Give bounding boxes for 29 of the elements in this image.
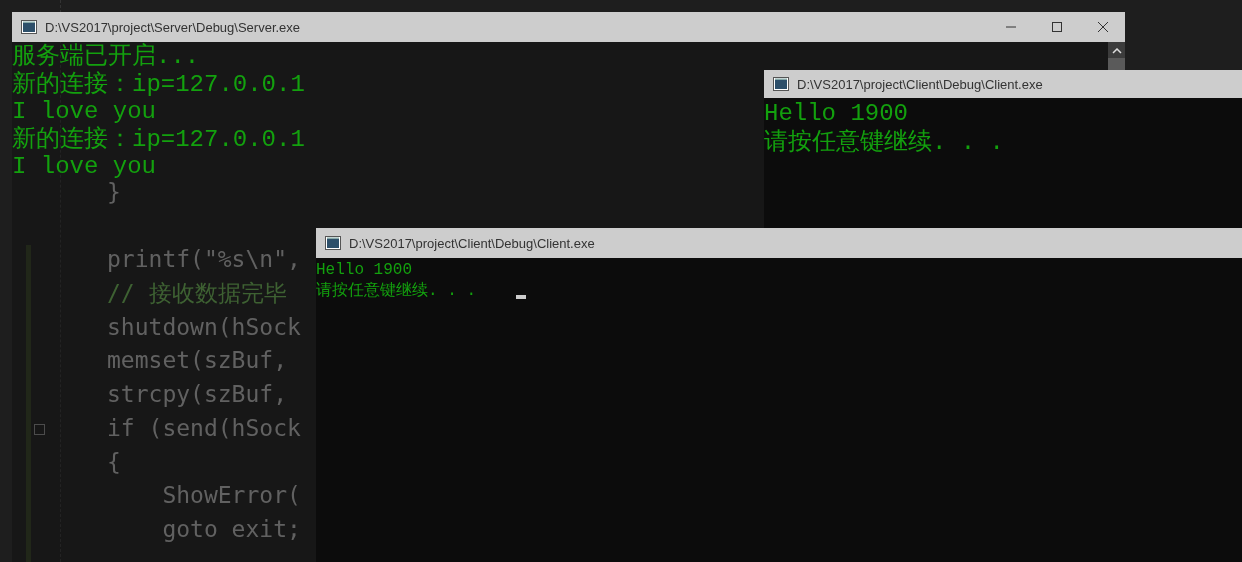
- code-line: if (send(hSock: [107, 413, 301, 443]
- console-output: I love you: [12, 153, 157, 181]
- window-title: D:\VS2017\project\Client\Debug\Client.exe: [797, 76, 1043, 92]
- console-output: 请按任意键继续. . .: [316, 281, 476, 302]
- close-icon[interactable]: [1097, 21, 1109, 33]
- scroll-up-icon[interactable]: [1111, 48, 1122, 54]
- code-line: {: [107, 447, 121, 477]
- console-output: Hello 1900: [764, 99, 909, 128]
- console-icon: [325, 236, 341, 250]
- console-icon: [773, 77, 789, 91]
- code-line: printf("%s\n",: [107, 245, 301, 275]
- window-title: D:\VS2017\project\Server\Debug\Server.exe: [45, 19, 301, 35]
- code-line: ShowError(: [161, 481, 301, 511]
- window-title: D:\VS2017\project\Client\Debug\Client.exe: [349, 235, 595, 251]
- code-line: memset(szBuf,: [107, 346, 287, 376]
- scrollbar[interactable]: [1108, 42, 1125, 70]
- console-output: 新的连接：ip=127.0.0.1: [12, 125, 305, 153]
- code-line: }: [107, 178, 121, 207]
- console-output: 请按任意键继续. . .: [764, 128, 1004, 157]
- code-line: goto exit;: [161, 514, 301, 544]
- console-output: 新的连接：ip=127.0.0.1: [12, 70, 305, 98]
- code-line: strcpy(szBuf,: [107, 380, 287, 410]
- console-output: I love you: [12, 98, 157, 126]
- console-output: Hello 1900: [316, 260, 412, 281]
- maximize-icon[interactable]: [1051, 21, 1063, 33]
- console-icon: [21, 20, 37, 34]
- code-line: shutdown(hSock: [107, 312, 301, 342]
- code-line: // 接收数据完毕: [107, 279, 287, 309]
- console-output: 服务端已开启...: [12, 43, 200, 71]
